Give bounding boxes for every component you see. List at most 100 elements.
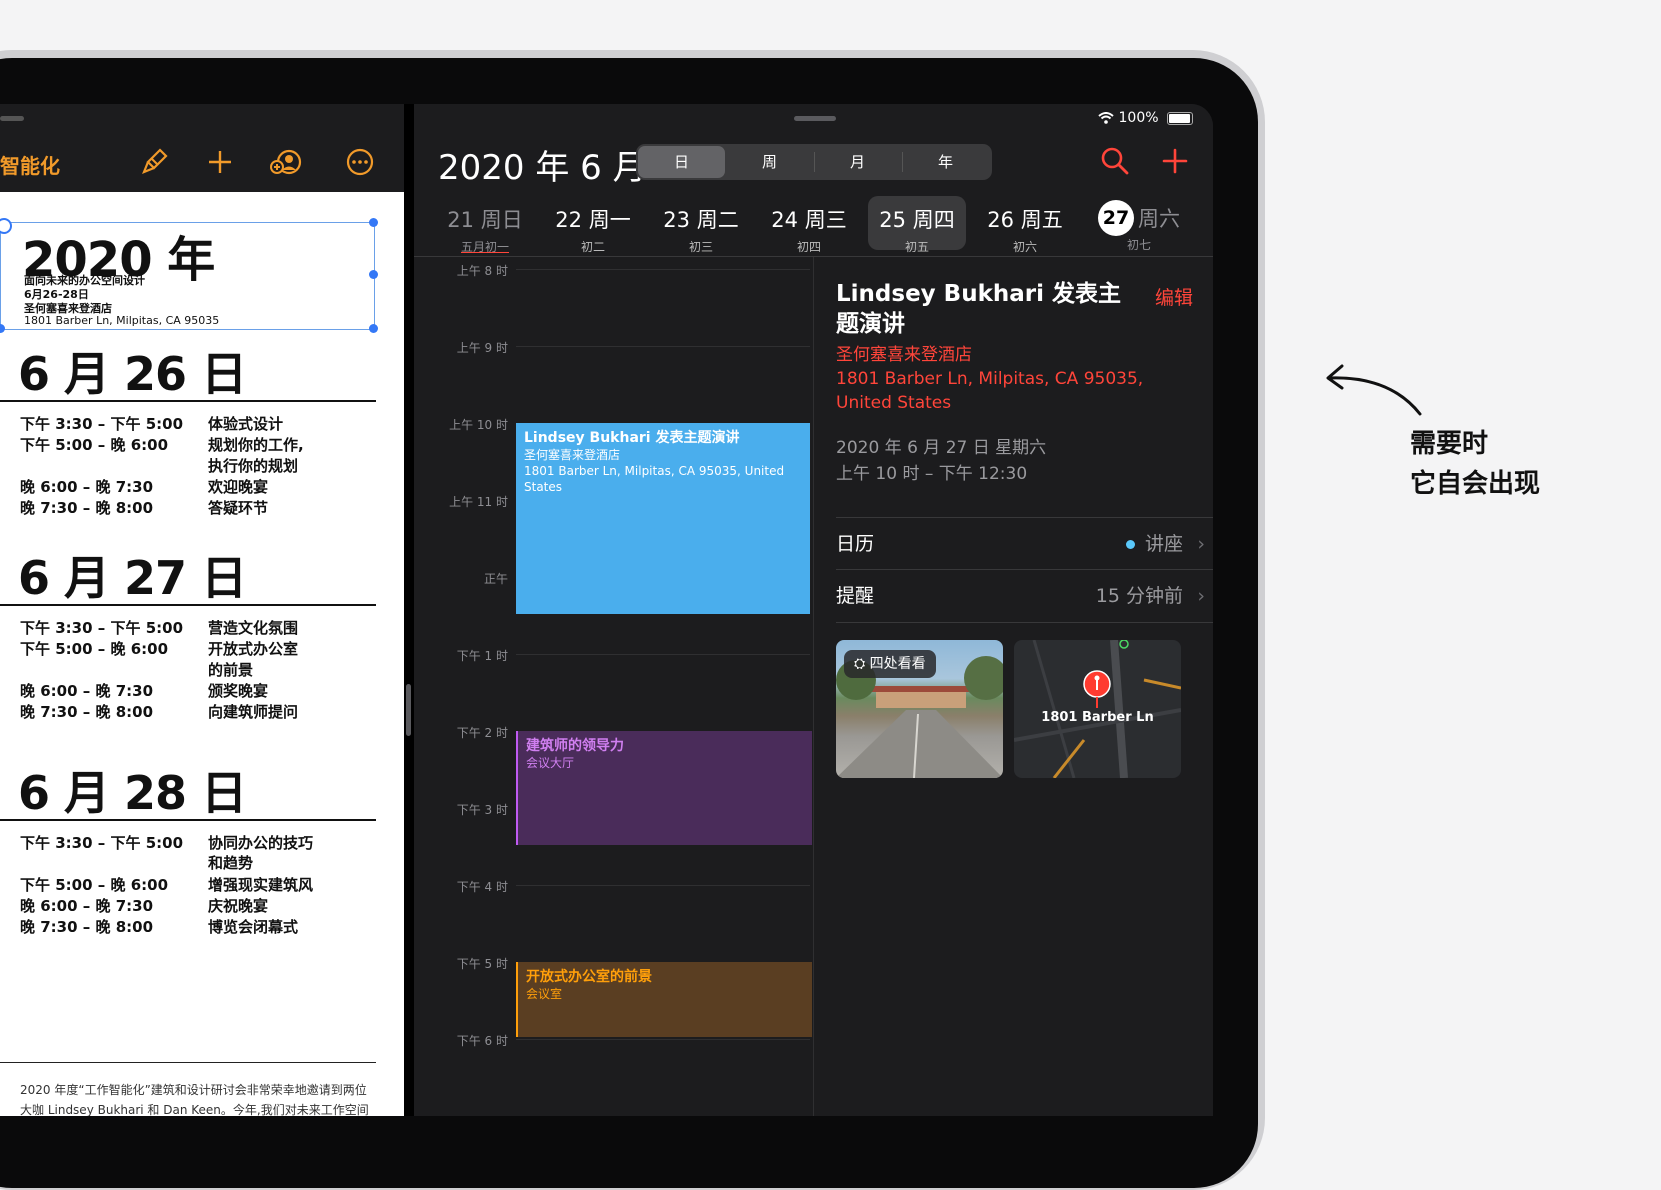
tab-year[interactable]: 年 [902, 146, 989, 178]
collaborate-icon[interactable] [270, 146, 302, 178]
split-view-handle[interactable] [406, 684, 411, 736]
schedule-event: 规划你的工作, [208, 436, 304, 454]
event-location[interactable]: 圣何塞喜来登酒店 1801 Barber Ln, Milpitas, CA 95… [836, 343, 1166, 415]
annotation-line: 它自会出现 [1410, 469, 1541, 499]
look-around-thumbnail[interactable]: ⛭ 四处看看 [836, 640, 1003, 778]
lunar-date: 初五 [904, 240, 929, 254]
calendar-row[interactable]: 日历 讲座 › [836, 517, 1213, 570]
arrow-annotation-icon [1326, 364, 1422, 416]
day-timeline[interactable]: 上午 8 时上午 9 时上午 10 时上午 11 时正午 下午 1 时下午 2 时… [414, 257, 814, 1116]
event-address[interactable]: 1801 Barber Ln, Milpitas, CA 95035, Unit… [836, 367, 1166, 415]
schedule-time: 下午 3:30 – 下午 5:00 [20, 834, 184, 852]
week-day-label: 24 周三 [771, 208, 847, 232]
multitask-grip[interactable] [0, 116, 24, 121]
map-address-label: 1801 Barber Ln [1041, 710, 1154, 725]
battery-icon [1167, 111, 1193, 125]
divider [0, 819, 376, 821]
hour-gridline [516, 269, 810, 270]
lunar-date: 初二 [580, 240, 605, 254]
schedule-event: 协同办公的技巧 [208, 834, 314, 852]
tab-month[interactable]: 月 [814, 146, 901, 178]
selection-handle[interactable] [369, 324, 378, 333]
week-day-22[interactable]: 22 周一 初二 [544, 196, 642, 254]
event-venue[interactable]: 圣何塞喜来登酒店 [836, 343, 1166, 367]
event-block-detail: 1801 Barber Ln, Milpitas, CA 95035, Unit… [524, 464, 785, 494]
hour-gridline [516, 885, 810, 886]
week-day-26[interactable]: 26 周五 初六 [976, 196, 1074, 254]
divider [0, 1062, 376, 1063]
selection-handle[interactable] [369, 270, 378, 279]
hour-label: 上午 9 时 [456, 341, 508, 355]
alert-row-label: 提醒 [836, 585, 875, 607]
week-strip: 21 周日 五月初一 22 周一 初二 23 周二 初三 24 周三 初四 25… [414, 196, 1213, 256]
search-icon[interactable] [1098, 144, 1132, 178]
status-bar: 100% [1098, 110, 1193, 126]
schedule-time: 下午 3:30 – 下午 5:00 [20, 619, 184, 637]
tab-day[interactable]: 日 [638, 146, 725, 178]
month-title[interactable]: 2020 年 6 月 [438, 140, 647, 189]
hour-label: 下午 3 时 [456, 803, 508, 817]
schedule-time: 晚 7:30 – 晚 8:00 [20, 703, 154, 721]
schedule-event: 增强现实建筑风 [208, 876, 314, 894]
map-pin-icon [1083, 670, 1111, 708]
event-time: 上午 10 时 – 下午 12:30 [836, 464, 1028, 484]
week-day-label: 周六 [1138, 207, 1180, 231]
doc-footer-paragraph: 2020 年度“工作智能化”建筑和设计研讨会非常荣幸地邀请到两位大咖 Linds… [20, 1083, 369, 1116]
event-block-title: 建筑师的领导力 [526, 738, 624, 754]
week-day-23[interactable]: 23 周二 初三 [652, 196, 750, 254]
more-icon[interactable] [344, 146, 376, 178]
calendar-event[interactable]: Lindsey Bukhari 发表主题演讲 圣何塞喜来登酒店 1801 Barbe… [516, 423, 810, 614]
battery-percent: 100% [1118, 110, 1159, 126]
schedule-time: 晚 6:00 – 晚 7:30 [20, 478, 154, 496]
selection-handle[interactable] [0, 324, 5, 333]
ipad-screen: 智能化 2020 年 面向未来的办公空间设计 6月26-28日 圣何塞喜来登酒店… [0, 104, 1213, 1116]
plus-icon[interactable] [204, 146, 236, 178]
schedule-event: 博览会闭幕式 [208, 918, 299, 936]
schedule-event: 颁奖晚宴 [208, 682, 269, 700]
event-date: 2020 年 6 月 27 日 星期六 [836, 438, 1047, 458]
hour-label: 上午 10 时 [449, 418, 508, 432]
lunar-date: 初六 [1012, 240, 1037, 254]
schedule-event: 执行你的规划 [208, 457, 299, 475]
hour-label: 正午 [483, 572, 508, 586]
document-title[interactable]: 智能化 [0, 150, 60, 179]
hour-label: 下午 6 时 [456, 1034, 508, 1048]
add-event-icon[interactable] [1158, 144, 1192, 178]
hour-label: 下午 5 时 [456, 957, 508, 971]
map-thumbnail[interactable]: 1801 Barber Ln [1014, 640, 1181, 778]
paintbrush-icon[interactable] [138, 146, 170, 178]
week-day-27[interactable]: 27 周六 初七 [1084, 196, 1194, 252]
week-day-label: 23 周二 [663, 208, 739, 232]
lunar-date: 初四 [796, 240, 821, 254]
lunar-date: 初七 [1126, 238, 1151, 252]
event-datetime: 2020 年 6 月 27 日 星期六 上午 10 时 – 下午 12:30 [836, 435, 1046, 487]
week-day-label: 26 周五 [987, 208, 1063, 232]
day-heading: 6 月 26 日 [18, 347, 247, 401]
look-around-button[interactable]: ⛭ 四处看看 [844, 650, 936, 678]
annotation-line: 需要时 [1410, 429, 1489, 459]
hour-label: 下午 1 时 [456, 649, 508, 663]
alert-row[interactable]: 提醒 15 分钟前 › [836, 569, 1213, 623]
hour-gridline [516, 654, 810, 655]
edit-button[interactable]: 编辑 [1155, 283, 1193, 310]
week-day-21[interactable]: 21 周日 五月初一 [436, 196, 534, 254]
binoculars-icon: ⛭ [854, 656, 866, 672]
schedule-time: 晚 6:00 – 晚 7:30 [20, 897, 154, 915]
alert-row-value: 15 分钟前 [1095, 585, 1183, 607]
week-day-25[interactable]: 25 周四 初五 [868, 196, 966, 254]
calendar-event[interactable]: 建筑师的领导力 会议大厅 [516, 731, 812, 845]
annotation-text: 需要时 它自会出现 [1410, 424, 1540, 504]
wifi-icon [1098, 112, 1114, 124]
calendar-row-label: 日历 [836, 533, 875, 555]
day-heading: 6 月 28 日 [18, 766, 247, 820]
hour-gridline [516, 346, 810, 347]
calendar-color-dot [1125, 540, 1135, 549]
calendar-event[interactable]: 开放式办公室的前景 会议室 [516, 962, 812, 1037]
schedule-time: 下午 5:00 – 晚 6:00 [20, 436, 169, 454]
week-day-24[interactable]: 24 周三 初四 [760, 196, 858, 254]
multitask-grip[interactable] [794, 116, 836, 121]
document-page[interactable]: 2020 年 面向未来的办公空间设计 6月26-28日 圣何塞喜来登酒店 180… [0, 192, 404, 1116]
week-day-label: 22 周一 [555, 208, 631, 232]
tab-week[interactable]: 周 [726, 146, 813, 178]
selection-handle[interactable] [369, 218, 378, 227]
